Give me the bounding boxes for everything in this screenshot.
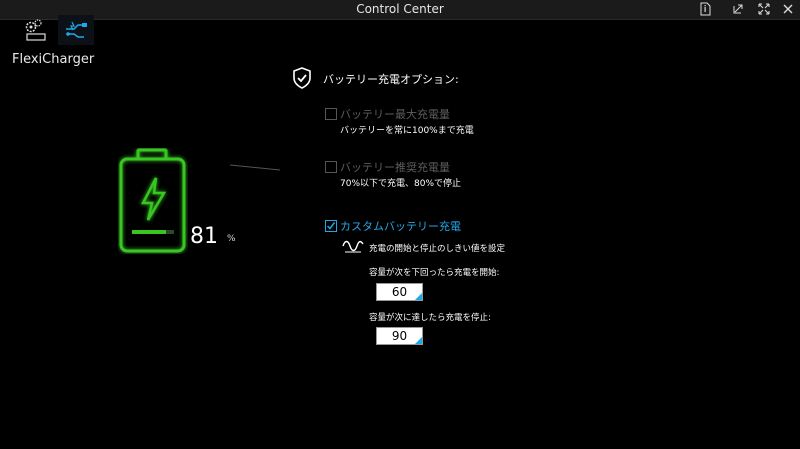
title-bar: Control Center bbox=[0, 0, 800, 20]
battery-level-bar bbox=[132, 230, 166, 234]
recommended-checkbox[interactable] bbox=[325, 161, 337, 173]
battery-percentage: 81 bbox=[190, 224, 218, 249]
recommended-label: バッテリー推奨充電量 bbox=[340, 161, 450, 174]
dropdown-corner-icon bbox=[415, 293, 422, 300]
charging-options-heading: バッテリー充電オプション: bbox=[323, 73, 459, 86]
recommended-description: 70%以下で充電、80%で停止 bbox=[340, 179, 462, 189]
close-icon[interactable] bbox=[781, 2, 795, 16]
start-threshold-label: 容量が次を下回ったら充電を開始: bbox=[369, 268, 500, 278]
tab-flexicharger[interactable] bbox=[58, 15, 94, 45]
shield-check-icon bbox=[293, 67, 311, 89]
start-threshold-input[interactable]: 60 bbox=[376, 283, 423, 301]
usb-charger-icon bbox=[66, 21, 87, 38]
battery-percentage-unit: % bbox=[227, 234, 236, 244]
threshold-wave-icon bbox=[342, 240, 364, 253]
tab-system-settings[interactable] bbox=[18, 15, 54, 45]
max-capacity-checkbox[interactable] bbox=[325, 108, 337, 120]
dropdown-corner-icon bbox=[415, 337, 422, 344]
document-info-icon[interactable] bbox=[698, 2, 712, 16]
fullscreen-icon[interactable] bbox=[757, 2, 771, 16]
window-title: Control Center bbox=[356, 2, 444, 16]
lightning-bolt-icon bbox=[140, 177, 167, 221]
threshold-title: 充電の開始と停止のしきい値を設定 bbox=[369, 244, 506, 254]
stop-threshold-input[interactable]: 90 bbox=[376, 327, 423, 345]
custom-checkbox[interactable] bbox=[325, 220, 337, 232]
stop-threshold-value: 90 bbox=[391, 329, 408, 343]
checkmark-icon bbox=[326, 222, 336, 230]
minimize-to-corner-icon[interactable] bbox=[731, 2, 745, 16]
stop-threshold-label: 容量が次に達したら充電を停止: bbox=[369, 313, 491, 323]
section-title: FlexiCharger bbox=[12, 52, 95, 67]
decorative-line bbox=[230, 164, 281, 171]
max-capacity-label: バッテリー最大充電量 bbox=[340, 108, 450, 121]
battery-graphic bbox=[118, 148, 188, 254]
settings-icon bbox=[25, 19, 46, 41]
custom-label: カスタムバッテリー充電 bbox=[340, 220, 461, 233]
max-capacity-description: バッテリーを常に100%まで充電 bbox=[340, 126, 474, 136]
start-threshold-value: 60 bbox=[391, 285, 408, 299]
